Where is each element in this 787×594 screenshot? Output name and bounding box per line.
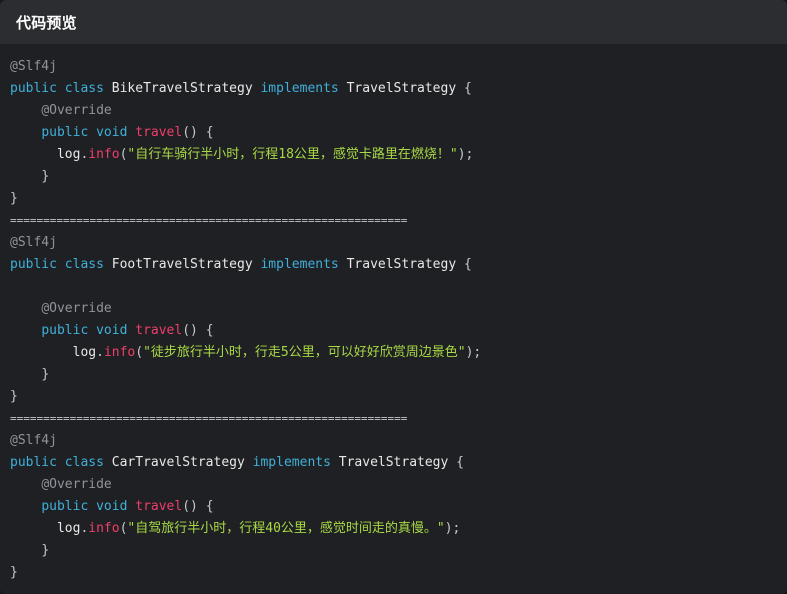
log-identifier: log [72,345,97,360]
keyword-class: class [64,257,104,272]
log-identifier: log [56,521,81,536]
code-line: public void travel() { [10,496,787,518]
method-signature: () { [182,499,214,514]
call-close: ); [457,147,474,162]
keyword-public: public [10,257,57,272]
keyword-implements: implements [260,257,339,272]
code-preview-panel: 代码预览 @Slf4j public class BikeTravelStrat… [0,0,787,594]
info-call: info [88,147,120,162]
close-brace: } [41,367,50,382]
code-line: public void travel() { [10,122,787,144]
class-name: CarTravelStrategy [111,455,245,470]
interface-name: TravelStrategy [346,81,457,96]
code-line: log.info("徒步旅行半小时，行走5公里，可以好好欣赏周边景色"); [10,342,787,364]
interface-name: TravelStrategy [338,455,449,470]
dot: . [96,345,104,360]
annotation-override: @Override [41,301,112,316]
method-signature: () { [182,323,214,338]
keyword-implements: implements [252,455,331,470]
close-brace: } [10,389,18,404]
keyword-public: public [10,455,57,470]
keyword-void: void [96,125,128,140]
string-literal: "自驾旅行半小时，行程40公里，感觉时间走的真慢。" [127,521,445,536]
code-line: log.info("自驾旅行半小时，行程40公里，感觉时间走的真慢。"); [10,518,787,540]
code-line: public void travel() { [10,320,787,342]
keyword-public: public [10,81,57,96]
method-signature: () { [182,125,214,140]
code-line: public class FootTravelStrategy implemen… [10,254,787,276]
separator-line: ========================================… [10,214,408,227]
close-brace: } [10,191,18,206]
panel-title: 代码预览 [16,13,77,32]
open-brace: { [456,257,472,272]
call-open: ( [135,345,144,360]
code-line: @Slf4j [10,232,787,254]
call-close: ); [444,521,461,536]
panel-header: 代码预览 [0,0,787,44]
code-line: } [10,562,787,584]
keyword-public: public [41,323,89,338]
code-line: @Override [10,474,787,496]
keyword-void: void [96,323,128,338]
code-line: } [10,386,787,408]
method-name: travel [135,499,183,514]
code-line: public class CarTravelStrategy implement… [10,452,787,474]
info-call: info [103,345,136,360]
class-name: FootTravelStrategy [111,257,253,272]
close-brace: } [10,565,18,580]
code-line: } [10,188,787,210]
keyword-implements: implements [260,81,339,96]
separator-line: ========================================… [10,412,408,425]
keyword-public: public [41,125,89,140]
string-literal: "徒步旅行半小时，行走5公里，可以好好欣赏周边景色" [143,345,466,360]
code-line: log.info("自行车骑行半小时，行程18公里，感觉卡路里在燃烧！"); [10,144,787,166]
annotation-slf4j: @Slf4j [10,59,57,74]
annotation-override: @Override [41,103,112,118]
keyword-void: void [96,499,128,514]
method-name: travel [135,323,183,338]
annotation-slf4j: @Slf4j [10,235,57,250]
class-name: BikeTravelStrategy [111,81,253,96]
string-literal: "自行车骑行半小时，行程18公里，感觉卡路里在燃烧！" [127,147,458,162]
call-close: ); [465,345,482,360]
info-call: info [88,521,120,536]
keyword-class: class [64,81,104,96]
interface-name: TravelStrategy [346,257,457,272]
method-name: travel [135,125,183,140]
code-line: } [10,364,787,386]
code-line: public class BikeTravelStrategy implemen… [10,78,787,100]
open-brace: { [456,81,472,96]
keyword-class: class [64,455,104,470]
code-line: @Override [10,298,787,320]
code-line: @Slf4j [10,430,787,452]
code-area: @Slf4j public class BikeTravelStrategy i… [0,44,787,584]
code-line: } [10,166,787,188]
close-brace: } [41,543,50,558]
close-brace: } [41,169,50,184]
open-brace: { [448,455,464,470]
code-line: } [10,540,787,562]
code-line: @Override [10,100,787,122]
code-line: @Slf4j [10,56,787,78]
log-identifier: log [56,147,81,162]
annotation-slf4j: @Slf4j [10,433,57,448]
keyword-public: public [41,499,89,514]
annotation-override: @Override [41,477,112,492]
